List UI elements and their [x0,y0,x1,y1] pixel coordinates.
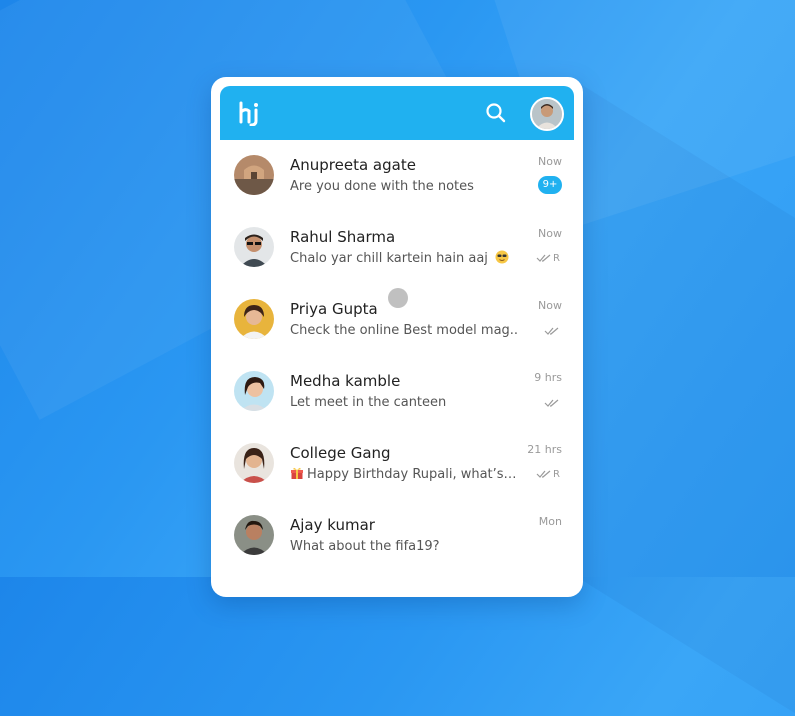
chat-row-anupreeta[interactable]: Anupreeta agate Are you done with the no… [220,140,574,212]
chat-row-rahul[interactable]: Rahul Sharma Chalo yar chill kartein hai… [220,212,574,284]
hi-logo [239,101,258,126]
double-tick-icon [536,470,551,478]
profile-avatar[interactable] [530,97,564,131]
search-icon[interactable] [482,99,510,127]
last-message: Are you done with the notes [290,179,474,194]
phone-screen: Anupreeta agate Are you done with the no… [211,77,583,597]
contact-name: Anupreeta agate [290,156,416,174]
message-time: 21 hrs [527,443,562,456]
profile-photo [532,99,562,129]
chat-row-college-gang[interactable]: College Gang Happy Birthday Rupali, what… [220,428,574,500]
app-header [220,86,574,140]
touch-indicator [388,288,408,308]
last-message: Chalo yar chill kartein hain aaj [290,251,488,266]
message-time: Mon [538,515,562,528]
avatar [234,371,274,411]
read-status [544,397,560,409]
chat-row-medha[interactable]: Medha kamble Let meet in the canteen 9 h… [220,356,574,428]
read-status: R [536,252,560,264]
contact-name: Ajay kumar [290,516,375,534]
chat-row-ajay[interactable]: Ajay kumar What about the fifa19? Mon [220,500,574,572]
read-letter: R [553,468,560,480]
message-time: Now [538,299,562,312]
last-message-line: Happy Birthday Rupali, what’s… [290,466,517,482]
avatar [234,227,274,267]
avatar [234,299,274,339]
contact-name: Priya Gupta [290,300,378,318]
contact-name: Medha kamble [290,372,401,390]
double-tick-icon [536,254,551,262]
gift-emoji-icon [291,467,303,479]
double-tick-icon [544,399,559,407]
contact-name: College Gang [290,444,391,462]
last-message-line: Chalo yar chill kartein hain aaj [290,250,509,266]
message-time: Now [538,227,562,240]
last-message: Let meet in the canteen [290,395,447,410]
message-time: Now [538,155,562,168]
avatar [234,515,274,555]
avatar [234,443,274,483]
unread-badge: 9+ [538,176,562,194]
sunglasses-emoji-icon [495,250,509,264]
chat-list: Anupreeta agate Are you done with the no… [220,140,574,597]
contact-name: Rahul Sharma [290,228,396,246]
read-letter: R [553,252,560,264]
avatar [234,155,274,195]
read-status [544,325,560,337]
double-tick-icon [544,327,559,335]
message-time: 9 hrs [534,371,562,384]
last-message: Happy Birthday Rupali, what’s… [307,467,517,482]
last-message: What about the fifa19? [290,539,440,554]
read-status: R [536,468,560,480]
last-message: Check the online Best model mag.. [290,323,519,338]
